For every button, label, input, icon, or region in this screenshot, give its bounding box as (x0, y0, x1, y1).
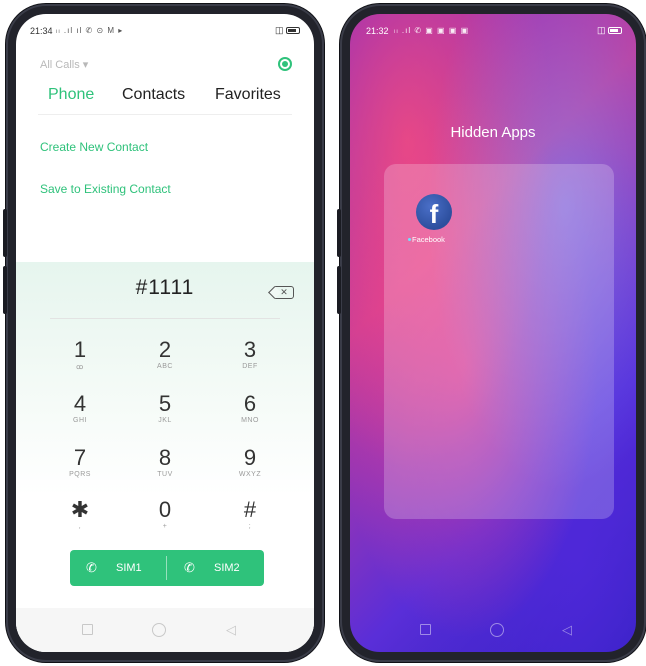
sim2-label: SIM2 (214, 562, 240, 574)
phone-icon: ✆ (86, 560, 97, 575)
vibrate-icon: ◫ (596, 25, 606, 35)
back-icon[interactable]: ◁ (226, 622, 236, 638)
dial-key-digit: 1 (73, 337, 87, 362)
call-sim1-button[interactable]: ✆ SIM1 (70, 550, 166, 586)
navigation-bar: ◁ (350, 608, 636, 652)
phone-icon: ✆ (184, 560, 195, 575)
tab-contacts[interactable]: Contacts (122, 86, 185, 104)
dial-key-7[interactable]: 7 PQRS (50, 445, 110, 479)
dial-key-digit: 8 (158, 445, 172, 470)
dial-key-letters: TUV (157, 471, 173, 478)
back-icon[interactable]: ◁ (562, 622, 572, 638)
dial-key-1[interactable]: 1 ꝏ (50, 337, 110, 372)
call-filter-dropdown[interactable]: All Calls ▾ (40, 58, 88, 71)
dial-key-digit: 5 (158, 391, 172, 416)
dial-key-4[interactable]: 4 GHI (50, 391, 110, 425)
dial-key-letters: + (162, 523, 168, 530)
dial-key-digit: 2 (158, 337, 172, 362)
dial-key-hash[interactable]: # ; (220, 497, 280, 531)
navigation-bar: ◁ (16, 608, 314, 652)
dial-key-digit: # (243, 497, 257, 522)
dial-key-letters: PQRS (69, 471, 91, 478)
status-right-icons: ◫ (275, 25, 300, 36)
recents-icon[interactable] (82, 624, 93, 635)
sim1-label: SIM1 (116, 562, 142, 574)
status-right-icons: ◫ (597, 25, 622, 36)
dial-key-digit: 9 (243, 445, 257, 470)
page-title: Hidden Apps (450, 124, 536, 141)
dial-key-digit: 7 (73, 445, 87, 470)
dialer-screen: 21:34 ₗₗ .ıl ıl ✆ ⊙ M ▸ ◫ All Calls ▾ Ph… (16, 14, 314, 652)
battery-icon (608, 27, 622, 35)
save-to-existing-link[interactable]: Save to Existing Contact (40, 182, 171, 196)
dial-key-8[interactable]: 8 TUV (135, 445, 195, 479)
dial-key-letters: DEF (242, 363, 258, 370)
dial-key-digit: ✱ (70, 497, 90, 522)
battery-icon (286, 27, 300, 35)
app-label: Facebook (412, 235, 445, 244)
dial-key-digit: 0 (158, 497, 172, 522)
dial-key-letters: , (78, 523, 82, 530)
dial-key-3[interactable]: 3 DEF (220, 337, 280, 371)
dial-key-6[interactable]: 6 MNO (220, 391, 280, 425)
phone-frame-right: 21:32 ₗₗ .ıl ✆ ▣ ▣ ▣ ▣ ◫ Hidden Apps f F… (337, 4, 646, 662)
dial-key-9[interactable]: 9 WXYZ (220, 445, 280, 479)
volume-down-button (337, 266, 341, 314)
status-icons: ₗₗ .ıl ıl ✆ ⊙ M ▸ (56, 26, 124, 35)
volume-up-button (337, 209, 341, 257)
status-bar: 21:32 ₗₗ .ıl ✆ ▣ ▣ ▣ ▣ ◫ (350, 14, 636, 40)
tab-bar: Phone Contacts Favorites (16, 86, 314, 116)
dial-key-letters: JKL (158, 417, 172, 424)
volume-up-button (3, 209, 7, 257)
dial-key-letters: ; (248, 523, 252, 530)
volume-down-button (3, 266, 7, 314)
dial-key-letters: MNO (241, 417, 259, 424)
facebook-app-icon[interactable]: f (416, 194, 452, 230)
call-button-bar: ✆ SIM1 ✆ SIM2 (70, 550, 264, 586)
phone-frame-left: 21:34 ₗₗ .ıl ıl ✆ ⊙ M ▸ ◫ All Calls ▾ Ph… (3, 4, 324, 662)
dial-key-0[interactable]: 0 + (135, 497, 195, 531)
tab-favorites[interactable]: Favorites (215, 86, 281, 104)
recents-icon[interactable] (420, 624, 431, 635)
dial-key-letters: ꝏ (76, 364, 84, 371)
status-time: 21:34 (30, 26, 53, 36)
call-sim2-button[interactable]: ✆ SIM2 (168, 550, 264, 586)
sim-divider (166, 556, 167, 580)
tab-phone[interactable]: Phone (48, 86, 94, 104)
dial-key-2[interactable]: 2 ABC (135, 337, 195, 371)
dial-key-star[interactable]: ✱ , (50, 497, 110, 531)
status-icons: ₗₗ .ıl ✆ ▣ ▣ ▣ ▣ (394, 26, 470, 35)
status-time: 21:32 (366, 26, 389, 36)
dial-divider (50, 318, 280, 319)
home-icon[interactable] (490, 623, 504, 637)
dial-key-5[interactable]: 5 JKL (135, 391, 195, 425)
dial-key-digit: 6 (243, 391, 257, 416)
dial-key-letters: GHI (73, 417, 87, 424)
dial-key-letters: ABC (157, 363, 173, 370)
vibrate-icon: ◫ (274, 25, 284, 35)
new-app-dot (408, 238, 411, 241)
settings-icon[interactable] (278, 57, 292, 71)
dial-key-letters: WXYZ (238, 471, 262, 478)
status-bar: 21:34 ₗₗ .ıl ıl ✆ ⊙ M ▸ ◫ (16, 14, 314, 42)
create-contact-link[interactable]: Create New Contact (40, 140, 148, 154)
backspace-icon[interactable]: ✕ (274, 286, 294, 299)
hidden-apps-screen: 21:32 ₗₗ .ıl ✆ ▣ ▣ ▣ ▣ ◫ Hidden Apps f F… (350, 14, 636, 652)
dialed-number: #1111 (135, 276, 195, 299)
home-icon[interactable] (152, 623, 166, 637)
dial-key-digit: 4 (73, 391, 87, 416)
tab-divider (38, 114, 292, 115)
dial-key-digit: 3 (243, 337, 257, 362)
